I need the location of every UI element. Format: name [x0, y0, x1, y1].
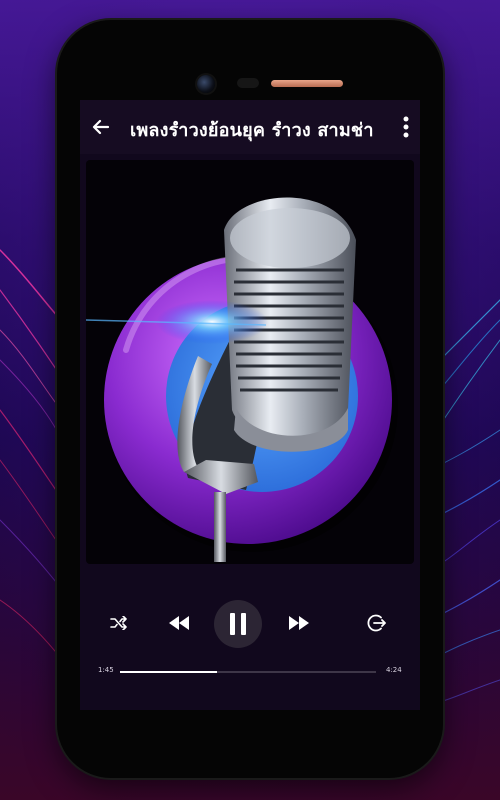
back-button[interactable] — [86, 112, 116, 142]
app-bar: เพลงรำวงย้อนยุค รำวง สามช่า — [80, 100, 420, 154]
playback-controls — [80, 598, 420, 648]
fast-forward-icon — [289, 616, 309, 630]
more-vert-icon — [403, 116, 409, 138]
fast-forward-button[interactable] — [284, 610, 314, 636]
player-screen: เพลงรำวงย้อนยุค รำวง สามช่า 1:45 4:24 — [80, 100, 420, 710]
pause-icon — [230, 613, 246, 635]
song-title: เพลงรำวงย้อนยุค รำวง สามช่า — [130, 120, 374, 141]
rewind-icon — [169, 616, 189, 630]
earpiece-speaker — [271, 80, 343, 87]
seek-bar-progress — [120, 671, 218, 673]
arrow-left-icon — [92, 119, 110, 135]
shuffle-button[interactable] — [106, 610, 132, 636]
elapsed-time: 1:45 — [98, 666, 114, 674]
more-options-button[interactable] — [394, 112, 418, 142]
exit-button[interactable] — [364, 610, 390, 636]
camera-icon — [197, 75, 215, 93]
seek-bar[interactable] — [120, 671, 376, 673]
total-duration: 4:24 — [386, 666, 402, 674]
album-artwork — [86, 160, 414, 564]
play-pause-button[interactable] — [214, 600, 262, 648]
sensor — [237, 78, 259, 88]
shuffle-icon — [110, 616, 127, 630]
rewind-button[interactable] — [164, 610, 194, 636]
exit-icon — [367, 614, 386, 632]
